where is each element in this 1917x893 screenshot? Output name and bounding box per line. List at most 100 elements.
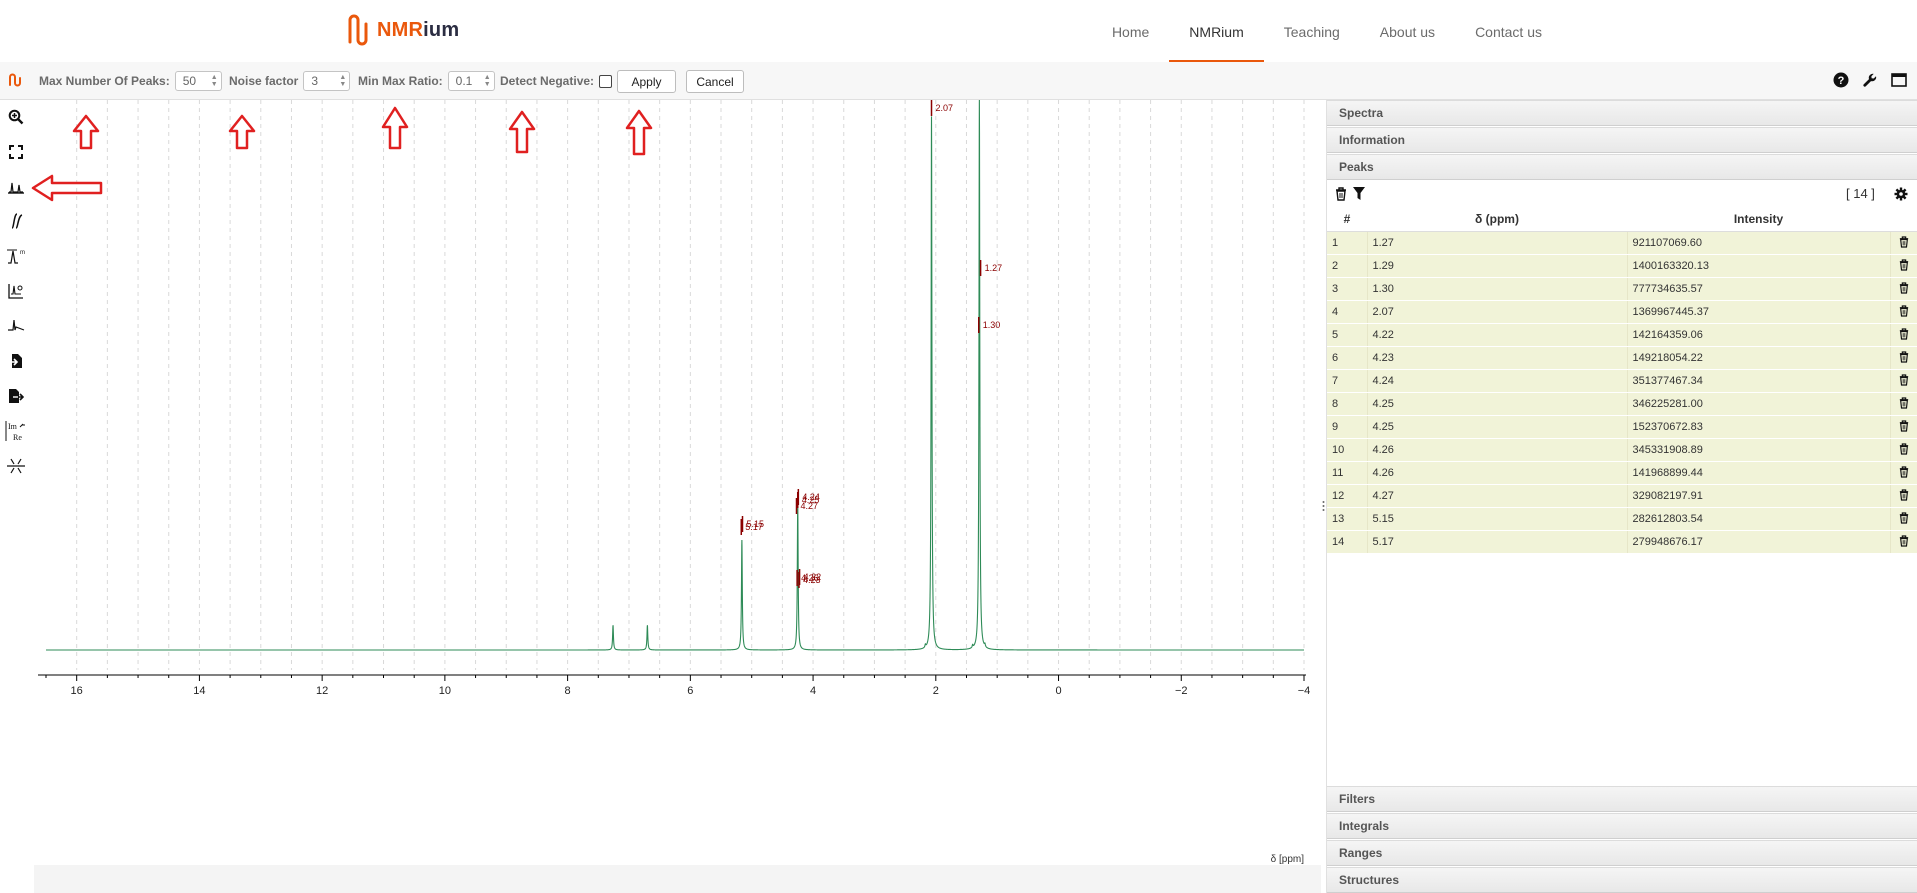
table-row[interactable]: 14 5.17 279948676.17 — [1327, 530, 1917, 554]
peak-ppm-cell: 2.07 — [1367, 300, 1628, 324]
trash-icon — [1900, 281, 1909, 294]
peak-picking-tool[interactable] — [5, 176, 27, 198]
peak-intensity-cell: 142164359.06 — [1627, 323, 1891, 347]
peaks-table-header: # δ (ppm) Intensity — [1327, 207, 1917, 232]
trash-icon[interactable] — [1335, 187, 1347, 201]
baseline-tool[interactable] — [5, 280, 27, 302]
column-header-ppm[interactable]: δ (ppm) — [1367, 207, 1627, 232]
table-row[interactable]: 11 4.26 141968899.44 — [1327, 461, 1917, 485]
panel-ranges[interactable]: Ranges — [1327, 840, 1917, 866]
table-row[interactable]: 4 2.07 1369967445.37 — [1327, 300, 1917, 324]
detect-negative-checkbox[interactable] — [599, 74, 613, 88]
real-imaginary-tool[interactable]: Im Re — [5, 420, 27, 442]
fullscreen-tool[interactable] — [5, 141, 27, 163]
table-row[interactable]: 3 1.30 777734635.57 — [1327, 277, 1917, 301]
column-header-intensity[interactable]: Intensity — [1627, 207, 1890, 232]
range-picking-tool[interactable]: m — [5, 245, 27, 267]
detect-negative-label: Detect Negative: — [500, 74, 595, 88]
panel-filters[interactable]: Filters — [1327, 786, 1917, 812]
delete-peak-button[interactable] — [1890, 461, 1917, 485]
table-row[interactable]: 13 5.15 282612803.54 — [1327, 507, 1917, 531]
delete-peak-button[interactable] — [1890, 392, 1917, 416]
delete-peak-button[interactable] — [1890, 300, 1917, 324]
delete-peak-button[interactable] — [1890, 277, 1917, 301]
peaks-table-container: # δ (ppm) Intensity 1 1.27 921107069.60 2 1.… — [1327, 207, 1917, 554]
fullscreen-window-icon[interactable] — [1891, 72, 1907, 88]
nav-link-about-us[interactable]: About us — [1360, 0, 1455, 62]
brand-name: NMRium — [377, 19, 459, 42]
delete-peak-button[interactable] — [1890, 484, 1917, 508]
peak-index-cell: 6 — [1327, 346, 1368, 370]
settings-gear-icon[interactable] — [1894, 187, 1908, 201]
nmrium-small-logo-icon[interactable] — [8, 72, 24, 88]
nav-link-nmrium[interactable]: NMRium — [1169, 0, 1264, 62]
table-row[interactable]: 1 1.27 921107069.60 — [1327, 231, 1917, 255]
import-tool[interactable] — [5, 350, 27, 372]
delete-peak-button[interactable] — [1890, 254, 1917, 278]
noise-factor-control: Noise factor 3 ▲ ▼ — [229, 71, 351, 91]
peaks-toolbar: [ 14 ] — [1327, 181, 1917, 208]
spectrum-viewer[interactable]: 16 14 12 10 8 6 4 2 0 −2 −4 2.07 1.27 1.30 5.15 5.17 4.… — [31, 99, 1321, 865]
peaks-count: [ 14 ] — [1846, 186, 1875, 201]
help-icon[interactable]: ? — [1833, 72, 1849, 88]
wrench-icon[interactable] — [1862, 72, 1878, 88]
table-row[interactable]: 6 4.23 149218054.22 — [1327, 346, 1917, 370]
panel-integrals[interactable]: Integrals — [1327, 813, 1917, 839]
nav-link-contact-us[interactable]: Contact us — [1455, 0, 1562, 62]
phase-correction-tool[interactable] — [5, 314, 27, 336]
filter-icon[interactable] — [1353, 187, 1365, 200]
nmrium-logo[interactable]: NMRium — [347, 12, 459, 48]
delete-peak-button[interactable] — [1890, 369, 1917, 393]
multiplet-analysis-tool[interactable] — [5, 455, 27, 477]
peak-index-cell: 8 — [1327, 392, 1368, 416]
real-imaginary-icon: Im Re — [5, 421, 25, 442]
delete-peak-button[interactable] — [1890, 438, 1917, 462]
import-icon — [9, 354, 22, 368]
delete-peak-button[interactable] — [1890, 346, 1917, 370]
peak-intensity-cell: 351377467.34 — [1627, 369, 1891, 393]
trash-icon — [1900, 534, 1909, 547]
peak-index-cell: 13 — [1327, 507, 1368, 531]
nav-link-home[interactable]: Home — [1092, 0, 1169, 62]
peak-ppm-cell: 4.25 — [1367, 392, 1628, 416]
table-row[interactable]: 9 4.25 152370672.83 — [1327, 415, 1917, 439]
spinner-icon[interactable]: ▲ ▼ — [339, 74, 346, 88]
svg-text:m: m — [20, 250, 25, 256]
panel-information[interactable]: Information — [1327, 127, 1917, 153]
table-row[interactable]: 2 1.29 1400163320.13 — [1327, 254, 1917, 278]
delete-peak-button[interactable] — [1890, 530, 1917, 554]
peak-ppm-cell: 4.26 — [1367, 461, 1628, 485]
export-tool[interactable] — [5, 385, 27, 407]
table-row[interactable]: 8 4.25 346225281.00 — [1327, 392, 1917, 416]
noise-factor-input[interactable]: 3 ▲ ▼ — [303, 71, 351, 91]
spectrum-chart[interactable]: 16 14 12 10 8 6 4 2 0 −2 −4 2.071.271.305.155.174.… — [34, 99, 1321, 865]
panel-spectra[interactable]: Spectra — [1327, 100, 1917, 126]
nav-link-teaching[interactable]: Teaching — [1264, 0, 1360, 62]
min-max-ratio-input[interactable]: 0.1 ▲ ▼ — [447, 71, 495, 91]
table-row[interactable]: 5 4.22 142164359.06 — [1327, 323, 1917, 347]
peak-label: 4.27 — [801, 501, 819, 511]
cancel-button[interactable]: Cancel — [686, 70, 744, 93]
max-peaks-input[interactable]: 50 ▲ ▼ — [174, 71, 222, 91]
x-axis: 16 14 12 10 8 6 4 2 0 −2 −4 — [38, 674, 1310, 697]
integral-tool[interactable] — [5, 210, 27, 232]
table-row[interactable]: 7 4.24 351377467.34 — [1327, 369, 1917, 393]
peak-ppm-cell: 4.23 — [1367, 346, 1628, 370]
panel-structures[interactable]: Structures — [1327, 867, 1917, 893]
delete-peak-button[interactable] — [1890, 507, 1917, 531]
table-row[interactable]: 12 4.27 329082197.91 — [1327, 484, 1917, 508]
delete-peak-button[interactable] — [1890, 231, 1917, 255]
column-header-index[interactable]: # — [1327, 207, 1367, 232]
delete-peak-button[interactable] — [1890, 415, 1917, 439]
peak-ppm-cell: 1.29 — [1367, 254, 1628, 278]
delete-peak-button[interactable] — [1890, 323, 1917, 347]
peak-index-cell: 2 — [1327, 254, 1368, 278]
panel-peaks[interactable]: Peaks — [1327, 154, 1917, 180]
zoom-tool[interactable] — [5, 106, 27, 128]
x-tick-label: 6 — [687, 685, 693, 697]
svg-text:Re: Re — [13, 433, 22, 442]
apply-button[interactable]: Apply — [617, 70, 676, 93]
table-row[interactable]: 10 4.26 345331908.89 — [1327, 438, 1917, 462]
spinner-icon[interactable]: ▲ ▼ — [484, 74, 491, 88]
spinner-icon[interactable]: ▲ ▼ — [211, 74, 218, 88]
